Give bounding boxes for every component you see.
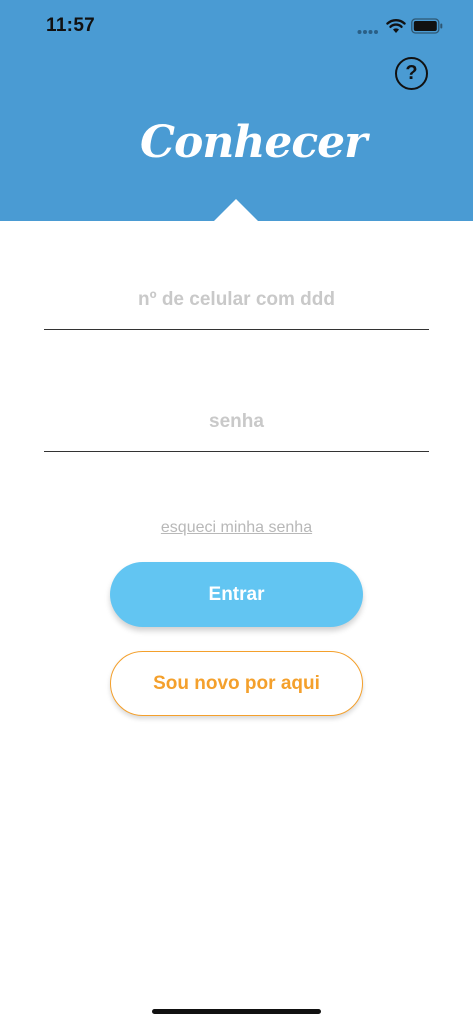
header-notch — [214, 199, 258, 221]
signup-button[interactable]: Sou novo por aqui — [110, 651, 363, 716]
status-time: 11:57 — [46, 15, 96, 36]
app-logo: Conhecer — [140, 98, 367, 188]
help-button[interactable]: ? — [395, 57, 428, 90]
battery-icon — [411, 18, 443, 34]
status-bar: 11:57 — [0, 0, 473, 54]
signup-button-label: Sou novo por aqui — [153, 672, 320, 694]
login-button[interactable]: Entrar — [110, 562, 363, 627]
password-input[interactable] — [44, 392, 429, 451]
home-indicator[interactable] — [152, 1009, 321, 1014]
forgot-password-link[interactable]: esqueci minha senha — [0, 519, 473, 537]
signal-icon — [357, 30, 378, 34]
logo-text: Conhecer — [140, 117, 367, 168]
login-button-label: Entrar — [208, 583, 265, 605]
wifi-icon — [386, 19, 406, 33]
phone-field[interactable] — [44, 270, 429, 330]
phone-input[interactable] — [44, 270, 429, 329]
help-icon: ? — [405, 62, 418, 84]
password-field[interactable] — [44, 392, 429, 452]
